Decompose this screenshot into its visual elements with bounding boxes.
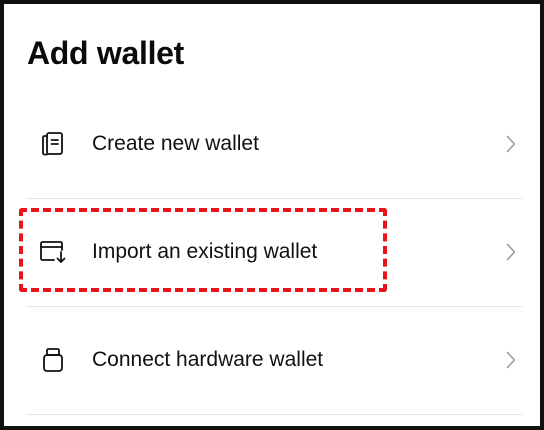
add-wallet-panel: Add wallet Create new wallet Import an e… [0, 0, 544, 430]
create-new-wallet-option[interactable]: Create new wallet [26, 90, 522, 198]
chevron-right-icon [504, 349, 518, 371]
wallet-import-icon [38, 237, 68, 267]
chevron-right-icon [504, 241, 518, 263]
connect-hardware-wallet-label: Connect hardware wallet [92, 348, 324, 371]
import-existing-wallet-label: Import an existing wallet [92, 240, 318, 263]
chevron-right-icon [504, 133, 518, 155]
connect-hardware-wallet-option[interactable]: Connect hardware wallet [26, 306, 522, 414]
page-title: Add wallet [27, 35, 185, 71]
create-new-wallet-label: Create new wallet [92, 132, 259, 155]
import-existing-wallet-option[interactable]: Import an existing wallet [26, 198, 522, 306]
hardware-wallet-icon [38, 345, 68, 375]
wallet-document-icon [38, 129, 68, 159]
divider [26, 414, 522, 415]
